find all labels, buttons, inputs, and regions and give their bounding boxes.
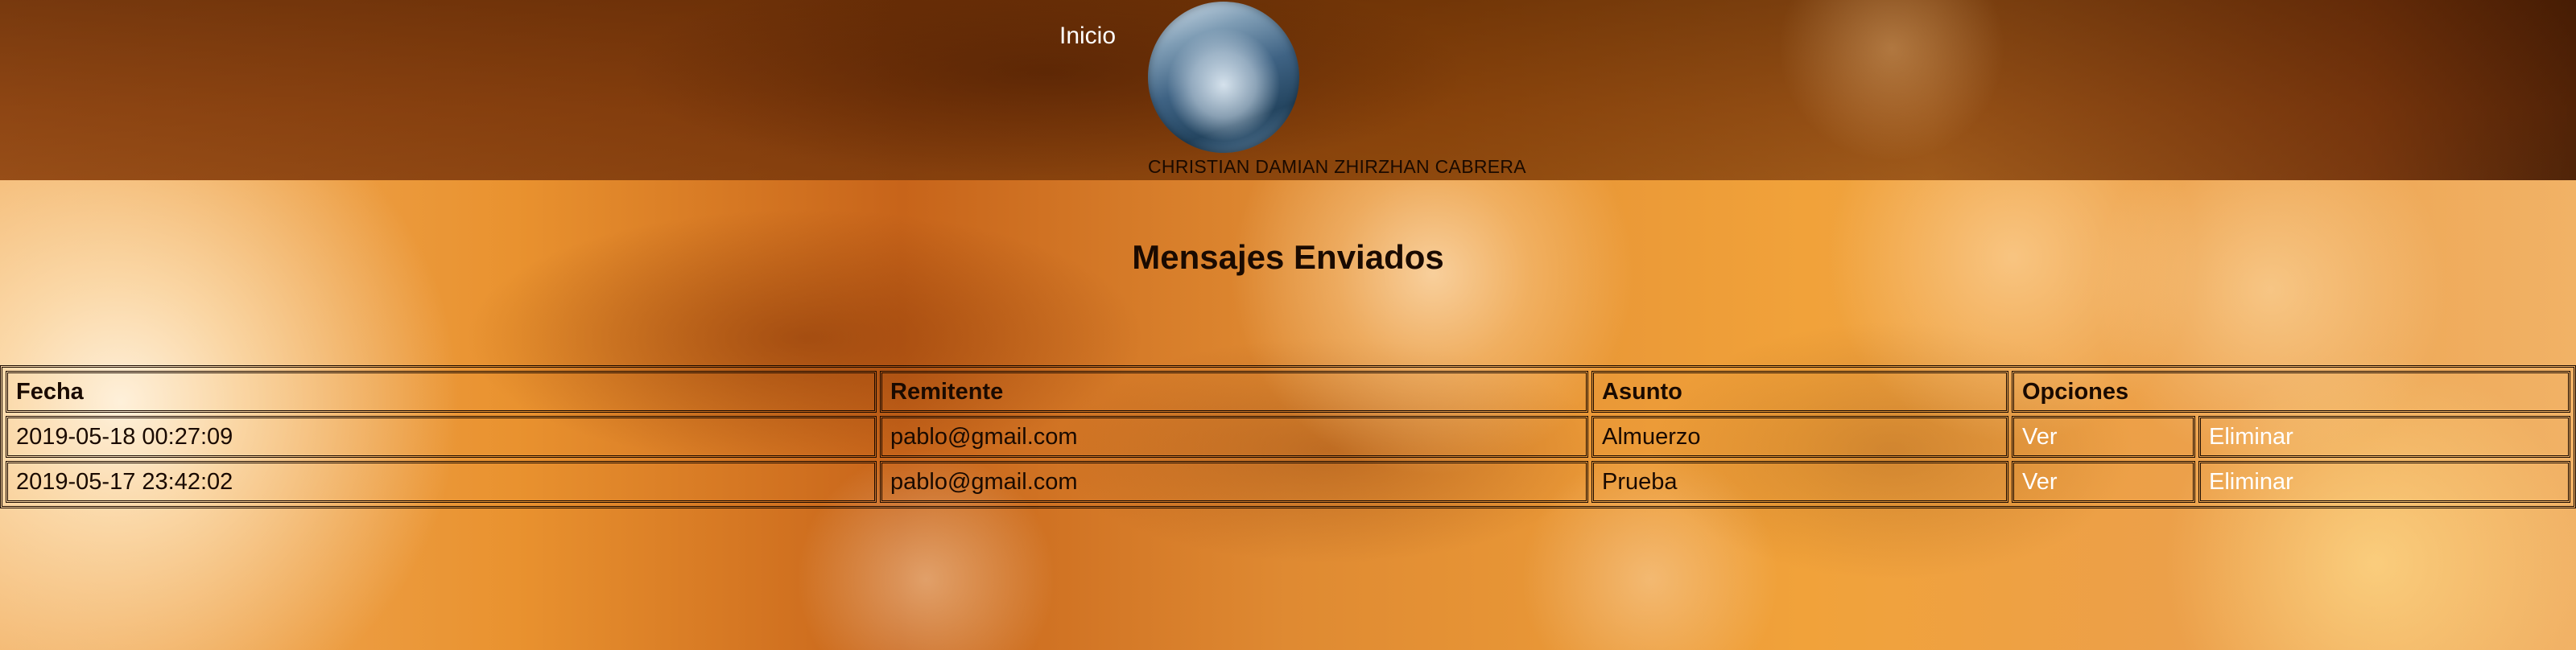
messages-table: Fecha Remitente Asunto Opciones 2019-05-… [0, 365, 2576, 508]
view-link[interactable]: Ver [2012, 461, 2195, 503]
table-header-row: Fecha Remitente Asunto Opciones [6, 371, 2570, 413]
column-header-options: Opciones [2012, 371, 2570, 413]
column-header-date: Fecha [6, 371, 877, 413]
delete-link[interactable]: Eliminar [2198, 461, 2570, 503]
cell-subject: Prueba [1591, 461, 2008, 503]
avatar [1148, 2, 1299, 153]
column-header-sender: Remitente [880, 371, 1588, 413]
table-row: 2019-05-17 23:42:02 pablo@gmail.com Prue… [6, 461, 2570, 503]
cell-date: 2019-05-18 00:27:09 [6, 416, 877, 458]
nav-link-home[interactable]: Inicio [1059, 23, 1116, 50]
user-name: CHRISTIAN DAMIAN ZHIRZHAN CABRERA [1148, 156, 1526, 177]
table-row: 2019-05-18 00:27:09 pablo@gmail.com Almu… [6, 416, 2570, 458]
cell-sender: pablo@gmail.com [880, 461, 1588, 503]
cell-subject: Almuerzo [1591, 416, 2008, 458]
cell-sender: pablo@gmail.com [880, 416, 1588, 458]
cell-date: 2019-05-17 23:42:02 [6, 461, 877, 503]
delete-link[interactable]: Eliminar [2198, 416, 2570, 458]
view-link[interactable]: Ver [2012, 416, 2195, 458]
column-header-subject: Asunto [1591, 371, 2008, 413]
page-title: Mensajes Enviados [1132, 238, 1444, 276]
